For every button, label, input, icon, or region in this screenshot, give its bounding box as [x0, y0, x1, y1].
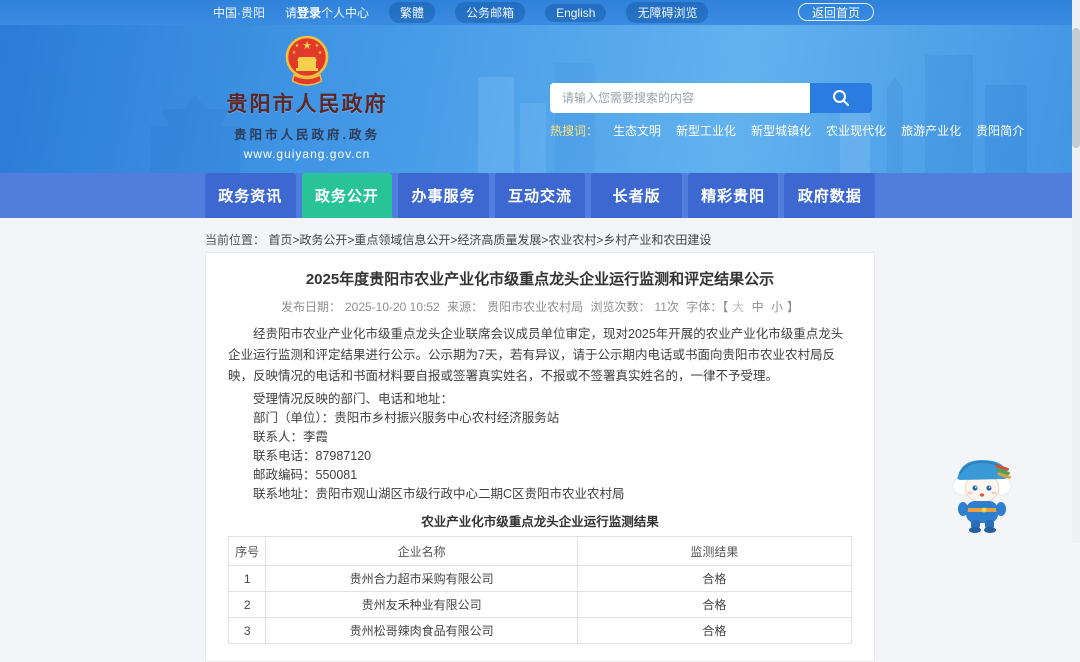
hot-search-row: 热搜词： 生态文明 新型工业化 新型城镇化 农业现代化 旅游产业化 贵阳简介: [550, 122, 1024, 139]
article-meta: 发布日期： 2025-10-20 10:52 来源： 贵阳市农业农村局 浏览次数： 1…: [280, 300, 800, 314]
department-line: 部门（单位）：贵阳市乡村振兴服务中心农村经济服务站: [253, 411, 560, 425]
views-label: 浏览次数：: [590, 300, 651, 314]
font-size-large-button[interactable]: 大: [732, 300, 744, 314]
nav-item-gov-data[interactable]: 政府数据: [784, 173, 876, 218]
english-link[interactable]: English: [545, 3, 607, 22]
hot-word-urbanization[interactable]: 新型城镇化: [751, 122, 811, 139]
search-button[interactable]: [810, 83, 872, 113]
site-subtitle: 贵阳市人民政府.政务: [234, 128, 380, 142]
row-company: 贵州合力超市采购有限公司: [265, 565, 578, 592]
views-value: 11次: [654, 300, 679, 314]
monitoring-result-table: 序号 企业名称 监测结果 1 贵州合力超市采购有限公司 合格 2 贵州友禾种业有…: [227, 536, 853, 644]
hot-search-label: 热搜词：: [550, 124, 599, 138]
accessibility-link[interactable]: 无障碍浏览: [626, 2, 709, 23]
font-size-label: 字体：【: [686, 300, 729, 314]
site-title: 贵阳市人民政府: [226, 93, 388, 116]
row-index: 1: [227, 565, 267, 592]
hot-word-tourism[interactable]: 旅游产业化: [901, 122, 961, 139]
address-line: 联系地址：贵阳市观山湖区市级行政中心二期C区贵阳市农业农村局: [253, 487, 625, 501]
table-row: 3 贵州松哥辣肉食品有限公司 合格: [227, 617, 853, 644]
source-value: 贵阳市农业农村局: [487, 300, 584, 314]
site-url: www.guiyang.gov.cn: [243, 147, 371, 161]
login-link[interactable]: 请登录个人中心: [285, 4, 369, 21]
accept-header-line: 受理情况反映的部门、电话和地址：: [253, 392, 454, 406]
contact-phone-line: 联系电话：87987120: [253, 449, 372, 463]
hot-word-industrialization[interactable]: 新型工业化: [676, 122, 736, 139]
region-link[interactable]: 中国·贵阳: [213, 4, 265, 21]
publish-date-value: 2025-10-20 10:52: [344, 300, 440, 314]
row-index: 2: [227, 591, 267, 618]
nav-item-news[interactable]: 政务资讯: [205, 173, 296, 218]
search-area: 热搜词： 生态文明 新型工业化 新型城镇化 农业现代化 旅游产业化 贵阳简介: [550, 83, 1024, 139]
mascot-figure[interactable]: [944, 452, 1024, 539]
article-body: 经贵阳市农业产业化市级重点龙头企业联席会议成员单位审定，现对2025年开展的农业…: [228, 324, 852, 501]
header-banner: ★ ★ ★ ★ ★ 贵阳市人民政府 贵阳市人民政府.政务 www.guiyang…: [0, 25, 1080, 173]
nav-item-highlights[interactable]: 精彩贵阳: [687, 173, 779, 218]
scrollbar-track[interactable]: [1072, 0, 1080, 543]
national-emblem-icon: ★ ★ ★ ★ ★: [285, 35, 329, 86]
search-icon: [833, 90, 849, 106]
row-company: 贵州友禾种业有限公司: [265, 591, 578, 618]
official-mail-link[interactable]: 公务邮箱: [455, 2, 526, 23]
breadcrumb: 当前位置： 首页>政务公开>重点领域信息公开>经济高质量发展>农业农村>乡村产业…: [205, 231, 711, 248]
breadcrumb-path[interactable]: 首页>政务公开>重点领域信息公开>经济高质量发展>农业农村>乡村产业和农田建设: [268, 233, 711, 247]
row-company: 贵州松哥辣肉食品有限公司: [265, 617, 578, 644]
contact-person-line: 联系人：李霞: [253, 430, 329, 444]
nav-item-interaction[interactable]: 互动交流: [494, 173, 586, 218]
row-index: 3: [227, 617, 267, 644]
svg-text:★: ★: [292, 50, 297, 56]
row-result: 合格: [576, 591, 853, 618]
top-utility-bar: 中国·贵阳 请登录个人中心 繁體 公务邮箱 English 无障碍浏览: [0, 0, 1080, 25]
svg-text:★: ★: [295, 43, 300, 49]
row-result: 合格: [576, 565, 853, 592]
table-header-row: 序号 企业名称 监测结果: [227, 536, 853, 566]
header-company: 企业名称: [265, 536, 578, 566]
article-title: 2025年度贵阳市农业产业化市级重点龙头企业运行监测和评定结果公示: [305, 271, 775, 288]
nav-item-gov-affairs[interactable]: 政务公开: [301, 173, 393, 218]
intro-paragraph: 经贵阳市农业产业化市级重点龙头企业联席会议成员单位审定，现对2025年开展的农业…: [228, 327, 844, 383]
search-input[interactable]: [550, 83, 810, 113]
scrollbar-thumb[interactable]: [1072, 28, 1080, 148]
table-row: 1 贵州合力超市采购有限公司 合格: [227, 565, 853, 592]
header-index: 序号: [227, 536, 267, 566]
hot-word-intro[interactable]: 贵阳简介: [976, 122, 1024, 139]
svg-text:★: ★: [318, 50, 323, 56]
return-home-button[interactable]: 返回首页: [797, 3, 874, 21]
hot-word-ecology[interactable]: 生态文明: [613, 122, 661, 139]
row-result: 合格: [576, 617, 853, 644]
postcode-line: 邮政编码：550081: [253, 468, 358, 482]
svg-text:★: ★: [302, 40, 312, 52]
source-label: 来源：: [447, 300, 484, 314]
site-brand[interactable]: ★ ★ ★ ★ ★ 贵阳市人民政府 贵阳市人民政府.政务 www.guiyang…: [212, 34, 402, 161]
table-title: 农业产业化市级重点龙头企业运行监测结果: [421, 515, 659, 529]
mascot-icon: [952, 460, 1012, 533]
main-navigation: 政务资讯 政务公开 办事服务 互动交流 长者版 精彩贵阳 政府数据: [0, 173, 1080, 218]
table-row: 2 贵州友禾种业有限公司 合格: [227, 591, 853, 618]
font-size-medium-button[interactable]: 中: [752, 300, 764, 314]
svg-text:★: ★: [315, 43, 320, 49]
article-card: 2025年度贵阳市农业产业化市级重点龙头企业运行监测和评定结果公示 发布日期： 2…: [205, 252, 875, 662]
breadcrumb-label: 当前位置：: [205, 233, 266, 247]
font-size-small-button[interactable]: 小: [771, 300, 783, 314]
traditional-chinese-link[interactable]: 繁體: [389, 2, 436, 23]
nav-item-senior[interactable]: 长者版: [591, 173, 682, 218]
nav-item-services[interactable]: 办事服务: [398, 173, 489, 218]
publish-date-label: 发布日期：: [280, 300, 341, 314]
hot-word-agriculture[interactable]: 农业现代化: [826, 122, 886, 139]
header-result: 监测结果: [576, 536, 853, 566]
